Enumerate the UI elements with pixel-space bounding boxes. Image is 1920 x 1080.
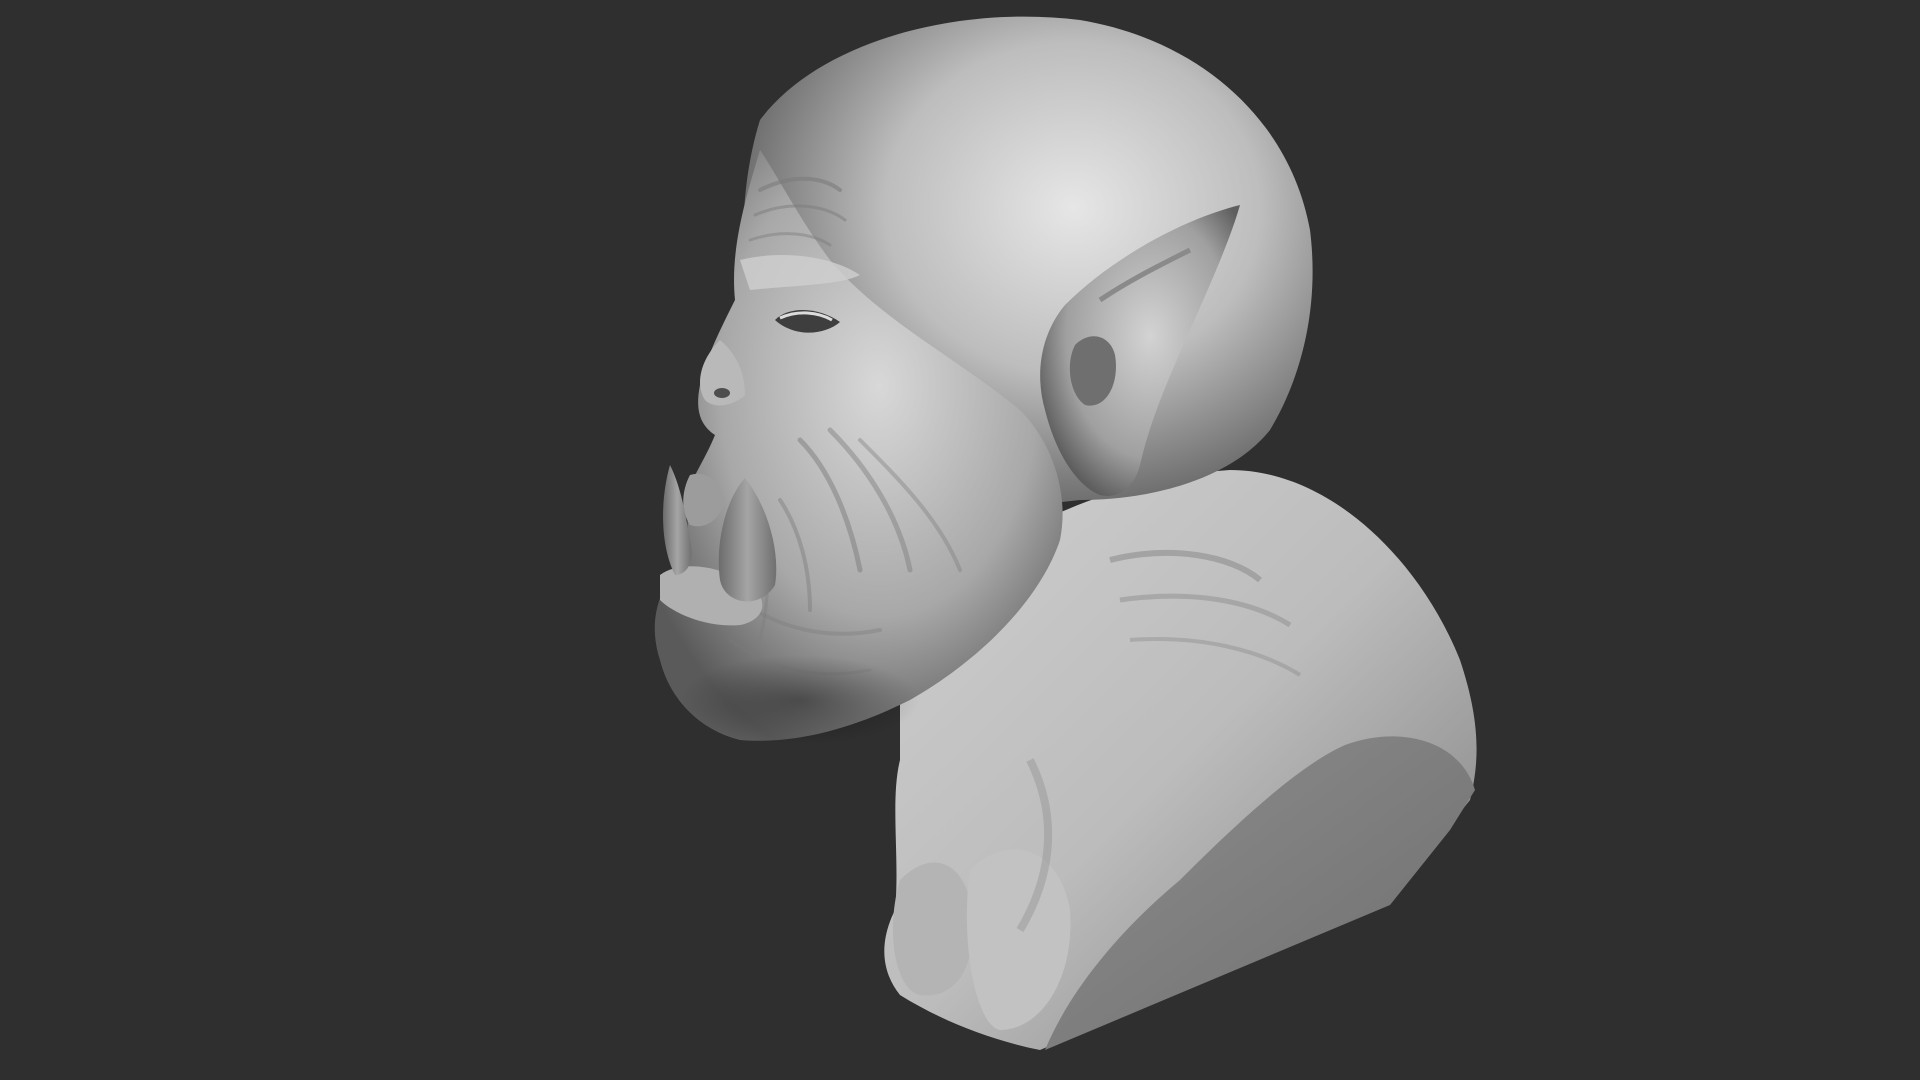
jaw-shadow: [680, 655, 920, 745]
viewport-canvas[interactable]: [0, 0, 1920, 1080]
nostril: [714, 388, 730, 398]
3d-viewport[interactable]: [0, 0, 1920, 1080]
